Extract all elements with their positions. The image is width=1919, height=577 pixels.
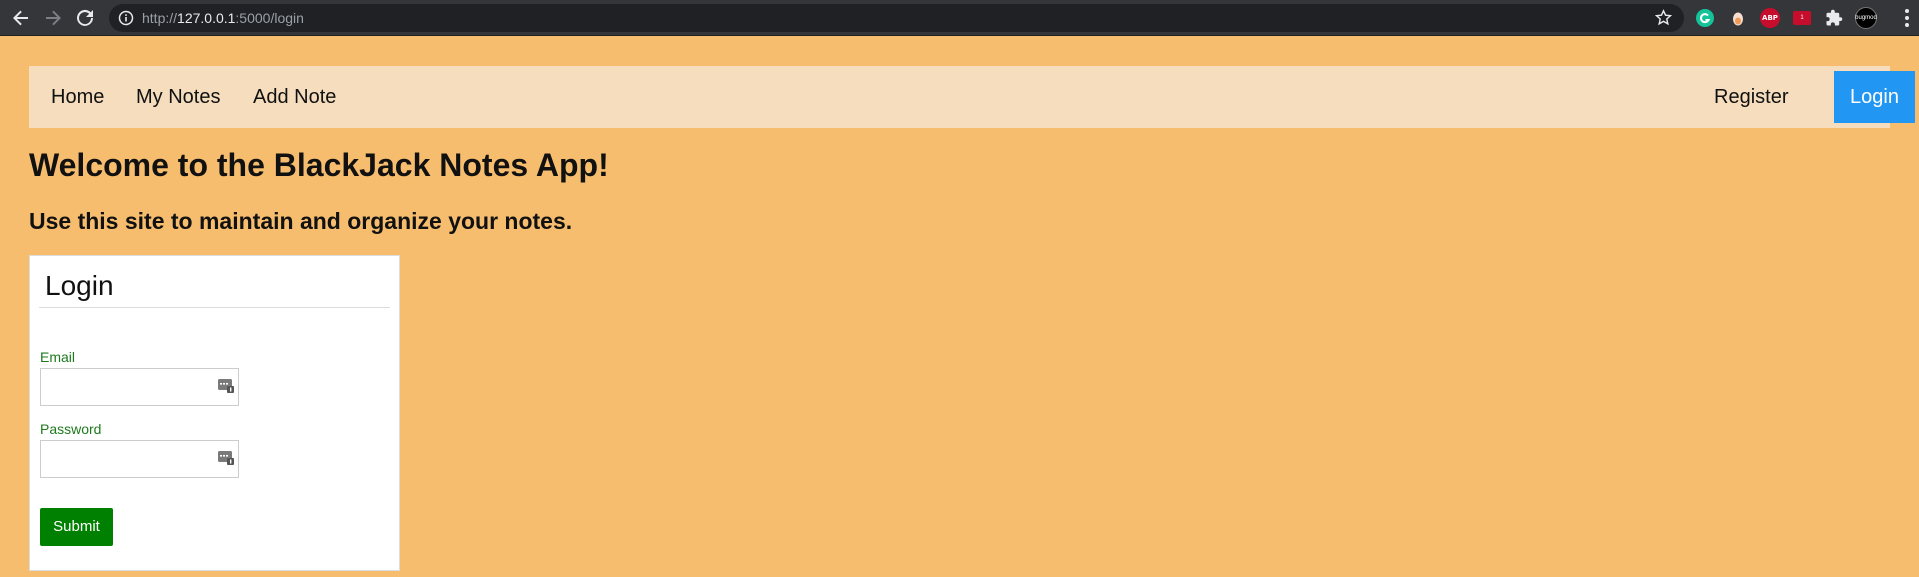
adblock-plus-icon[interactable]: ABP [1759,7,1781,29]
star-icon[interactable] [1654,9,1673,31]
password-manager-key-icon[interactable] [218,377,234,393]
submit-button[interactable]: Submit [40,508,113,546]
url-text: http://127.0.0.1:5000/login [142,10,304,26]
site-info-icon[interactable] [118,10,134,31]
page-title: Welcome to the BlackJack Notes App! [29,147,609,183]
extension-badge-icon[interactable]: 1 [1791,7,1813,29]
url-scheme: http:// [142,10,178,26]
password-manager-key-icon[interactable] [218,449,234,465]
reload-icon[interactable] [73,6,97,30]
puzzle-icon[interactable] [1823,7,1845,29]
bugmod-label: bugmod [1855,7,1877,29]
nav-login-button[interactable]: Login [1834,71,1915,123]
email-label: Email [40,349,76,365]
login-card-title: Login [45,270,114,301]
url-path: :5000/login [235,10,304,26]
back-arrow-icon[interactable] [9,6,33,30]
url-host: 127.0.0.1 [177,10,236,26]
adblock-plus-label: ABP [1760,8,1780,28]
extension-icon[interactable] [1727,7,1749,29]
bugmod-icon[interactable]: bugmod [1855,7,1877,29]
page-subtitle: Use this site to maintain and organize y… [29,208,573,234]
password-field[interactable] [40,440,239,478]
nav-my-notes-link[interactable]: My Notes [136,66,220,128]
extension-badge-count: 1 [1793,11,1811,25]
password-label: Password [40,421,102,437]
card-divider [39,307,390,308]
nav-home-link[interactable]: Home [51,66,104,128]
nav-add-note-link[interactable]: Add Note [253,66,336,128]
email-field[interactable] [40,368,239,406]
navbar: Home My Notes Add Note Register Login [29,66,1915,128]
forward-arrow-icon[interactable] [41,6,65,30]
grammarly-icon[interactable] [1694,7,1716,29]
address-bar[interactable]: http://127.0.0.1:5000/login [109,4,1684,32]
nav-register-link[interactable]: Register [1714,66,1788,128]
browser-toolbar: http://127.0.0.1:5000/login ABP 1 bugmod [0,0,1919,36]
menu-dots-icon[interactable] [1905,9,1909,30]
login-card: Login Email Password Submit [29,255,400,571]
